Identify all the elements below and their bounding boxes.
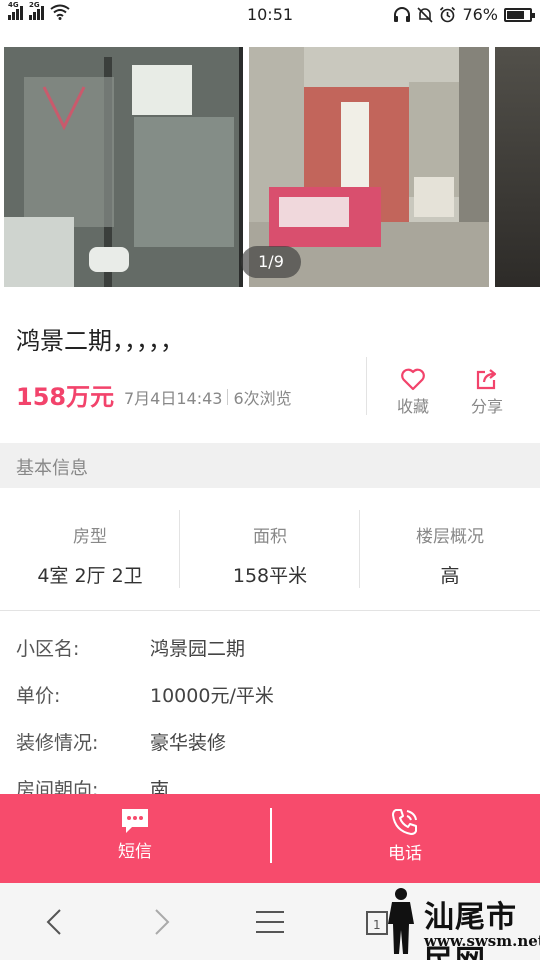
detail-label: 小区名: — [16, 638, 80, 660]
watermark: 汕尾市民网 www.swsm.net — [376, 886, 540, 960]
stat-floor: 楼层概况 高 — [360, 510, 540, 588]
back-button[interactable] — [34, 905, 74, 939]
watermark-url: www.swsm.net — [424, 932, 540, 950]
next-photo[interactable] — [495, 47, 540, 287]
gallery-counter: 1/9 — [241, 246, 301, 278]
stat-label: 面积 — [253, 527, 287, 547]
detail-value: 豪华装修 — [150, 732, 227, 754]
headset-icon — [394, 6, 411, 22]
detail-label: 单价: — [16, 685, 61, 707]
stat-divider — [359, 510, 360, 588]
listing-views: 6次浏览 — [233, 389, 292, 408]
alarm-icon — [440, 6, 456, 23]
stat-divider — [179, 510, 180, 588]
listing-price: 158万元 — [16, 383, 115, 411]
chevron-right-icon — [155, 909, 170, 935]
stat-label: 楼层概况 — [416, 527, 484, 547]
figure-logo-icon — [388, 888, 414, 954]
stat-value: 158平米 — [232, 565, 308, 587]
section-title: 基本信息 — [16, 458, 88, 479]
stat-layout: 房型 4室 2厅 2卫 — [0, 510, 180, 588]
meta-divider — [227, 389, 229, 405]
stats-row: 房型 4室 2厅 2卫 面积 158平米 楼层概况 高 — [0, 510, 540, 588]
divider — [0, 610, 540, 611]
bathroom-photo[interactable] — [4, 47, 243, 287]
stat-value: 4室 2厅 2卫 — [37, 565, 143, 587]
share-button[interactable]: 分享 — [457, 367, 517, 417]
favorite-label: 收藏 — [396, 397, 429, 416]
photo-gallery[interactable]: 1/9 — [0, 47, 540, 287]
sms-button[interactable]: 短信 — [0, 794, 270, 883]
stat-area: 面积 158平米 — [180, 510, 360, 588]
mute-bell-icon — [417, 6, 434, 23]
stat-value: 高 — [440, 565, 460, 587]
detail-label: 装修情况: — [16, 732, 99, 754]
contact-bar: 短信 电话 — [0, 794, 540, 883]
menu-icon — [256, 911, 284, 933]
battery-percent: 76% — [462, 5, 498, 24]
status-bar: 4G 2G 10:51 76% — [0, 0, 540, 30]
chevron-left-icon — [46, 909, 61, 935]
detail-value: 鸿景园二期 — [150, 638, 246, 660]
listing-title: 鸿景二期，，，，， — [16, 327, 184, 355]
share-icon — [476, 369, 497, 390]
listing-date: 7月4日14:43 — [124, 389, 223, 408]
forward-button[interactable] — [142, 905, 182, 939]
action-divider — [366, 357, 367, 415]
sms-label: 短信 — [118, 842, 152, 862]
stat-label: 房型 — [73, 527, 107, 547]
battery-icon — [504, 7, 535, 22]
favorite-button[interactable]: 收藏 — [383, 367, 443, 417]
phone-icon — [392, 809, 417, 835]
menu-button[interactable] — [250, 905, 290, 939]
message-icon — [122, 809, 148, 833]
heart-icon — [401, 368, 425, 391]
basic-info-header: 基本信息 — [0, 443, 540, 488]
share-label: 分享 — [470, 397, 503, 416]
phone-button[interactable]: 电话 — [270, 794, 540, 883]
detail-value: 10000元/平米 — [150, 685, 274, 707]
phone-label: 电话 — [388, 844, 422, 864]
